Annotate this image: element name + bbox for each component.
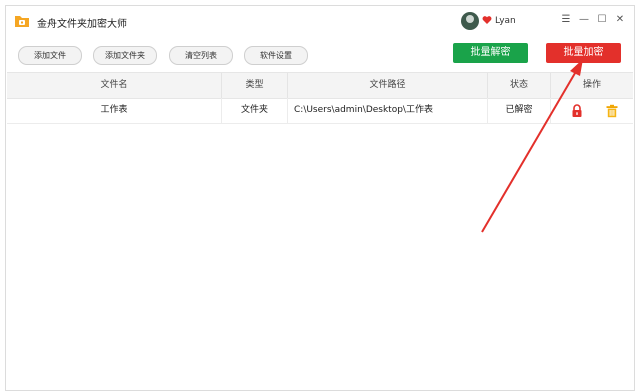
cell-path: C:\Users\admin\Desktop\工作表 [288,98,488,123]
batch-decrypt-button[interactable]: 批量解密 [453,43,528,63]
col-header-path[interactable]: 文件路径 [288,73,488,98]
cell-type: 文件夹 [222,98,288,123]
maximize-icon[interactable]: ☐ [595,13,609,27]
title-bar: 金舟文件夹加密大师 Lyan ☰ — ☐ ✕ [6,6,634,38]
table-row[interactable]: 工作表 文件夹 C:\Users\admin\Desktop\工作表 已解密 [7,98,633,124]
username[interactable]: Lyan [495,16,516,26]
lock-icon[interactable] [570,104,584,118]
folder-logo-icon [15,16,29,27]
cell-name: 工作表 [7,98,222,123]
col-header-name[interactable]: 文件名 [7,73,222,98]
toolbar: 添加文件 添加文件夹 清空列表 软件设置 批量解密 批量加密 [6,39,634,71]
close-icon[interactable]: ✕ [613,13,627,27]
add-folder-button[interactable]: 添加文件夹 [93,46,157,65]
col-header-status[interactable]: 状态 [488,73,551,98]
add-file-button[interactable]: 添加文件 [18,46,82,65]
col-header-type[interactable]: 类型 [222,73,288,98]
menu-icon[interactable]: ☰ [559,13,573,27]
batch-encrypt-button[interactable]: 批量加密 [546,43,621,63]
avatar[interactable] [461,12,479,30]
table-header: 文件名 类型 文件路径 状态 操作 [7,72,633,99]
clear-list-button[interactable]: 清空列表 [169,46,233,65]
vip-heart-icon [482,16,492,24]
cell-actions [551,98,633,123]
trash-icon[interactable] [605,104,619,118]
app-window: 金舟文件夹加密大师 Lyan ☰ — ☐ ✕ 添加文件 添加文件夹 清空列表 软… [5,5,635,391]
app-title: 金舟文件夹加密大师 [37,19,127,30]
settings-button[interactable]: 软件设置 [244,46,308,65]
minimize-icon[interactable]: — [577,13,591,27]
cell-status: 已解密 [488,98,551,123]
col-header-actions: 操作 [582,80,601,90]
